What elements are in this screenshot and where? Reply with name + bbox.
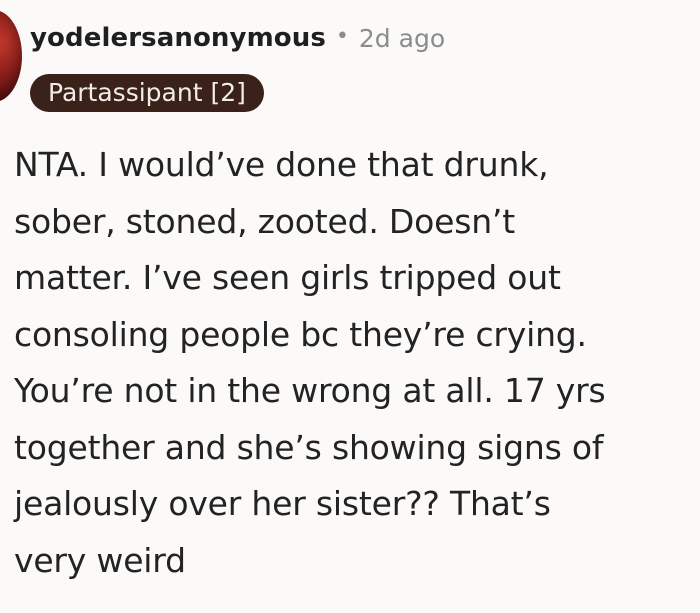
user-flair-badge: Partassipant [2] — [30, 74, 264, 112]
comment-card: yodelersanonymous • 2d ago Partassipant … — [0, 0, 700, 613]
avatar-icon[interactable] — [0, 10, 22, 102]
comment-body-line: together and she’s showing signs of — [14, 427, 604, 467]
comment-meta: yodelersanonymous • 2d ago — [30, 18, 445, 58]
meta-separator: • — [335, 24, 349, 49]
comment-body-line: jealously over her sister?? That’s — [14, 484, 551, 523]
comment-body-line: You’re not in the wrong at all. 17 yrs — [14, 371, 606, 410]
comment-body-line: NTA. I would’ve done that drunk, — [14, 145, 549, 184]
comment-body: NTA. I would’ve done that drunk, sober, … — [14, 137, 694, 589]
username-link[interactable]: yodelersanonymous — [30, 23, 326, 53]
comment-body-line: very weird — [14, 540, 186, 580]
comment-body-line: consoling people bc they’re crying. — [14, 314, 587, 354]
comment-body-line: matter. I’ve seen girls tripped out — [14, 258, 561, 297]
comment-timestamp[interactable]: 2d ago — [359, 24, 445, 53]
comment-body-line: sober, stoned, zooted. Doesn’t — [14, 201, 515, 241]
